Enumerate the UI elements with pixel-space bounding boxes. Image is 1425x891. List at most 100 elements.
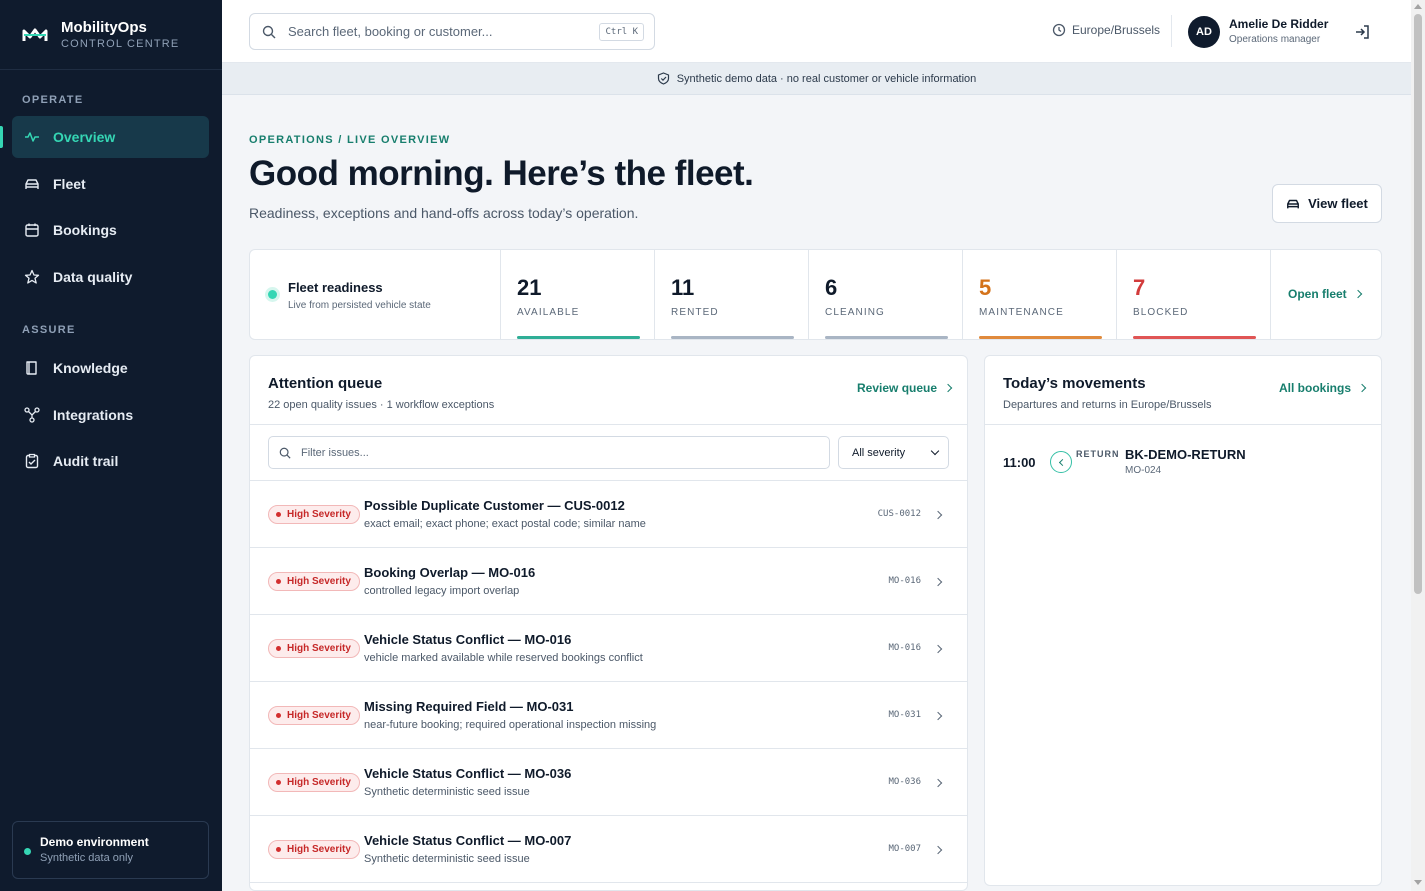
issue-description: Synthetic deterministic seed issue — [364, 786, 530, 798]
issue-description: controlled legacy import overlap — [364, 585, 520, 597]
sidebar-item-overview[interactable]: Overview — [0, 116, 209, 158]
todays-movements-panel: Today’s movements Departures and returns… — [984, 355, 1382, 886]
stat-value: 21 — [517, 275, 542, 300]
chevron-right-icon — [933, 644, 943, 654]
issue-code: MO-036 — [888, 777, 921, 787]
stat-bar — [825, 336, 948, 339]
stat-bar — [979, 336, 1102, 339]
shortcut-hint: Ctrl K — [599, 22, 644, 41]
page-title: Good morning. Here’s the fleet. — [249, 154, 754, 193]
clipboard-check-icon — [24, 453, 40, 469]
badge-label: High Severity — [287, 576, 351, 587]
shield-check-icon — [657, 72, 669, 85]
sidebar-item-bookings[interactable]: Bookings — [12, 209, 209, 251]
view-fleet-button[interactable]: View fleet — [1272, 184, 1382, 223]
chevron-right-icon — [933, 845, 943, 855]
stat-value: 7 — [1133, 275, 1146, 300]
sidebar-item-audit-trail[interactable]: Audit trail — [12, 440, 209, 482]
avatar[interactable]: AD — [1188, 16, 1220, 48]
logout-icon[interactable] — [1353, 23, 1371, 41]
topbar: Ctrl K Europe/Brussels AD Amelie De Ridd… — [222, 0, 1411, 63]
search-input[interactable] — [288, 24, 600, 39]
global-search[interactable]: Ctrl K — [249, 13, 655, 50]
sidebar-item-label: Bookings — [53, 222, 117, 238]
queue-row[interactable]: High Severity Vehicle Status Conflict — … — [250, 615, 967, 682]
brand[interactable]: MobilityOps CONTROL CENTRE — [0, 0, 222, 70]
stat-rented[interactable]: 11 RENTED — [655, 250, 809, 339]
badge-label: High Severity — [287, 777, 351, 788]
sidebar-item-label: Integrations — [53, 407, 134, 423]
stat-cleaning[interactable]: 6 CLEANING — [809, 250, 963, 339]
issue-title: Possible Duplicate Customer — CUS-0012 — [364, 498, 625, 513]
timezone-label: Europe/Brussels — [1072, 23, 1161, 37]
return-arrow-icon — [1050, 451, 1072, 473]
issue-code: MO-016 — [888, 643, 921, 653]
queue-row[interactable]: High Severity Missing Required Field — M… — [250, 682, 967, 749]
issue-description: exact email; exact phone; exact postal c… — [364, 518, 646, 530]
readiness-title: Fleet readiness — [288, 280, 383, 295]
issue-description: near-future booking; required operationa… — [364, 719, 657, 731]
sidebar-item-label: Audit trail — [53, 453, 119, 469]
chevron-right-icon — [933, 510, 943, 520]
queue-row[interactable]: High Severity Vehicle Status Conflict — … — [250, 816, 967, 883]
movements-subtitle: Departures and returns in Europe/Brussel… — [1003, 399, 1212, 411]
stat-bar — [671, 336, 794, 339]
stat-value: 5 — [979, 275, 992, 300]
filter-issues-input[interactable] — [301, 446, 829, 459]
severity-badge: High Severity — [268, 572, 360, 591]
movements-title: Today’s movements — [1003, 375, 1146, 392]
demo-subtitle: Synthetic data only — [40, 852, 133, 864]
all-bookings-link[interactable]: All bookings — [1279, 381, 1367, 395]
sidebar-item-data-quality[interactable]: Data quality — [12, 256, 209, 298]
open-fleet-label: Open fleet — [1288, 287, 1347, 301]
open-fleet-link[interactable]: Open fleet — [1288, 287, 1362, 301]
timezone-indicator[interactable]: Europe/Brussels — [1052, 23, 1160, 37]
scroll-up-icon[interactable] — [1414, 4, 1422, 9]
stat-label: RENTED — [671, 307, 719, 318]
queue-row[interactable]: High Severity Vehicle Status Conflict — … — [250, 749, 967, 816]
movement-time: 11:00 — [1003, 455, 1036, 470]
attention-queue-panel: Attention queue 22 open quality issues ·… — [249, 355, 968, 891]
stat-available[interactable]: 21 AVAILABLE — [501, 250, 655, 339]
status-dot — [24, 848, 31, 855]
page-scrollbar[interactable] — [1411, 0, 1425, 891]
severity-dot — [276, 512, 281, 517]
severity-badge: High Severity — [268, 505, 360, 524]
stat-label: AVAILABLE — [517, 307, 580, 318]
divider — [250, 424, 967, 425]
live-status-dot — [268, 290, 277, 299]
review-queue-link[interactable]: Review queue — [857, 381, 953, 395]
stat-maintenance[interactable]: 5 MAINTENANCE — [963, 250, 1117, 339]
chevron-right-icon — [933, 577, 943, 587]
queue-title: Attention queue — [268, 375, 383, 392]
vehicle-code: MO-024 — [1125, 465, 1162, 476]
sidebar-item-fleet[interactable]: Fleet — [12, 163, 209, 205]
severity-badge: High Severity — [268, 840, 360, 859]
issue-filter[interactable] — [268, 436, 830, 469]
queue-subtitle: 22 open quality issues · 1 workflow exce… — [268, 399, 495, 411]
severity-select[interactable]: All severity — [838, 436, 949, 469]
issue-code: CUS-0012 — [877, 509, 921, 519]
sidebar-item-label: Overview — [53, 129, 116, 145]
queue-row[interactable]: High Severity Booking Overlap — MO-016 c… — [250, 548, 967, 615]
sidebar-item-knowledge[interactable]: Knowledge — [12, 347, 209, 389]
stat-blocked[interactable]: 7 BLOCKED — [1117, 250, 1271, 339]
all-bookings-label: All bookings — [1279, 381, 1351, 395]
divider — [1171, 15, 1172, 47]
scroll-thumb[interactable] — [1414, 14, 1422, 594]
stat-label: MAINTENANCE — [979, 307, 1064, 318]
scroll-down-icon[interactable] — [1414, 880, 1422, 885]
sidebar-item-label: Data quality — [53, 269, 133, 285]
issue-title: Vehicle Status Conflict — MO-036 — [364, 766, 572, 781]
chevron-right-icon — [943, 383, 953, 393]
issue-title: Booking Overlap — MO-016 — [364, 565, 536, 580]
nav-section-assure: ASSURE — [22, 324, 76, 336]
car-icon — [24, 176, 40, 192]
queue-row[interactable]: High Severity Possible Duplicate Custome… — [250, 481, 967, 548]
issue-title: Missing Required Field — MO-031 — [364, 699, 574, 714]
issue-title: Vehicle Status Conflict — MO-016 — [364, 632, 572, 647]
severity-dot — [276, 780, 281, 785]
sidebar-item-integrations[interactable]: Integrations — [12, 394, 209, 436]
issue-code: MO-007 — [888, 844, 921, 854]
demo-environment-badge: Demo environment Synthetic data only — [12, 821, 209, 879]
